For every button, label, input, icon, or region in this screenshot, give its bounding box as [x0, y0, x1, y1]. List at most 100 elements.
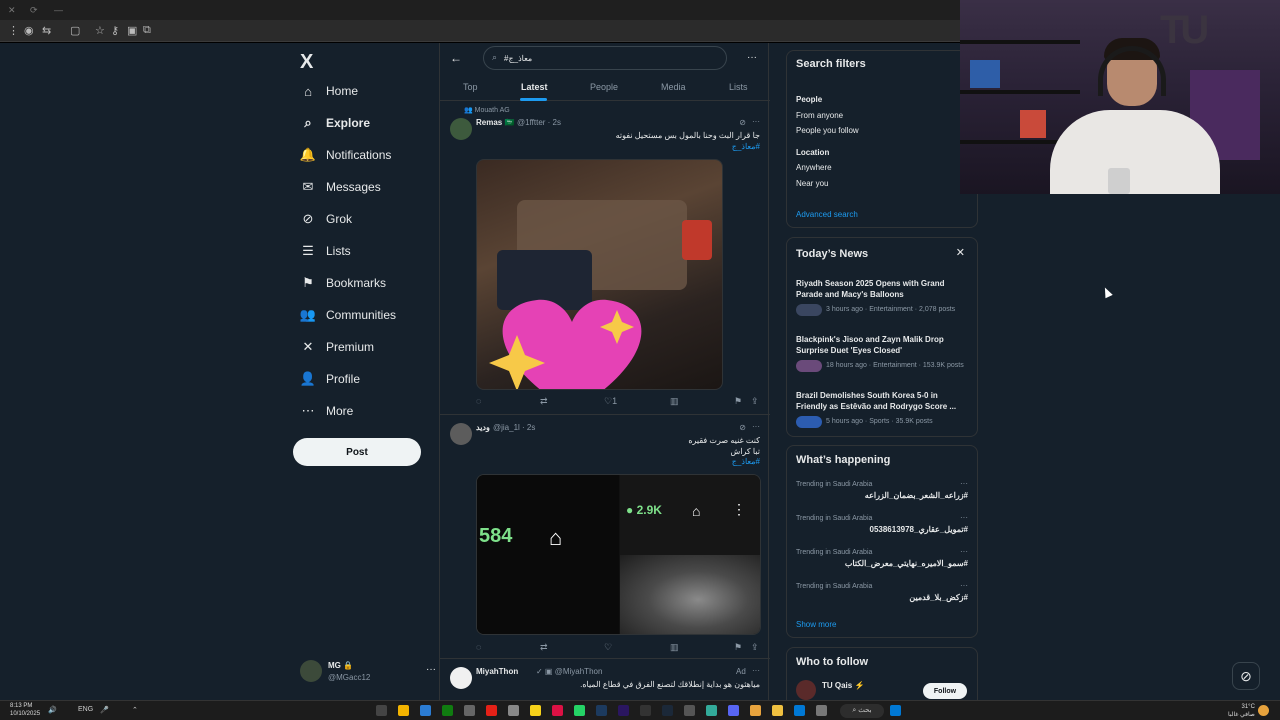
reload-icon[interactable]: ⟳	[30, 5, 38, 16]
filter-anywhere[interactable]: Anywhere	[796, 163, 832, 172]
app-icon[interactable]	[508, 705, 519, 716]
nav-item-lists[interactable]: ☰ Lists	[300, 239, 430, 263]
search-input[interactable]	[504, 50, 720, 66]
taskbar-search[interactable]: بحث ⌕	[840, 704, 884, 718]
news-headline[interactable]: Brazil Demolishes South Korea 5-0 in Fri…	[796, 390, 971, 412]
profile-icon[interactable]: ◉	[24, 24, 34, 37]
folder-icon[interactable]	[772, 705, 783, 716]
filter-near-you[interactable]: Near you	[796, 179, 828, 188]
nav-item-messages[interactable]: ✉ Messages	[300, 175, 430, 199]
advanced-search-link[interactable]: Advanced search	[796, 210, 858, 219]
store-icon[interactable]	[464, 705, 475, 716]
trend-name[interactable]: #سمو_الاميره_نهايتي_معرض_الكتاب	[845, 559, 968, 568]
tab-latest[interactable]: Latest	[521, 82, 548, 92]
account-switcher[interactable]: MG 🔒 @MGacc12 ···	[300, 658, 436, 684]
tab-icon[interactable]: ▢	[70, 24, 80, 37]
bookmark-icon[interactable]: ⚑	[734, 642, 742, 653]
tweet-author[interactable]: Remas 🇸🇦	[476, 118, 514, 127]
show-more-link[interactable]: Show more	[796, 620, 836, 629]
word-icon[interactable]	[420, 705, 431, 716]
tweet[interactable]: 👥 Mouath AG Remas 🇸🇦 @1fftter · 2s ⊘ ···…	[440, 102, 770, 415]
trend-name[interactable]: #زراعه_الشعر_بضمان_الزراعه	[865, 491, 968, 500]
close-icon[interactable]: ✕	[956, 246, 965, 259]
extension-icon[interactable]: ⇆	[42, 24, 51, 37]
nav-item-bookmarks[interactable]: ⚑ Bookmarks	[300, 271, 430, 295]
follow-button[interactable]: Follow	[923, 683, 967, 699]
grok-icon[interactable]: ⊘	[739, 423, 746, 432]
nav-item-more[interactable]: ⋯ More	[300, 399, 430, 423]
steam-icon[interactable]	[662, 705, 673, 716]
star-icon[interactable]: ☆	[95, 24, 105, 37]
trend-name[interactable]: #زكض_بلا_قدمين	[909, 593, 968, 602]
x-logo-icon[interactable]: X	[300, 51, 313, 74]
more-icon[interactable]: ···	[960, 479, 968, 488]
like-icon[interactable]: ♡ 1	[604, 396, 617, 407]
windows-start-icon[interactable]	[890, 705, 901, 716]
menu-icon[interactable]: ⋮	[8, 24, 19, 37]
language-indicator[interactable]: ENG	[78, 706, 93, 713]
more-icon[interactable]: ···	[426, 664, 436, 675]
nav-item-explore[interactable]: ⌕ Explore	[300, 111, 430, 135]
grok-icon[interactable]: ⊘	[1232, 662, 1260, 690]
nav-item-communities[interactable]: 👥 Communities	[300, 303, 430, 327]
tab-people[interactable]: People	[590, 82, 618, 92]
views-icon[interactable]: ▥	[670, 642, 679, 653]
tab-lists[interactable]: Lists	[729, 82, 748, 92]
hashtag-link[interactable]: #معاذ_ج	[732, 142, 760, 151]
nav-item-notifications[interactable]: 🔔 Notifications	[300, 143, 430, 167]
avatar[interactable]	[796, 680, 816, 700]
nav-item-profile[interactable]: 👤 Profile	[300, 367, 430, 391]
trend-name[interactable]: #تمويل_عقاري_0538613978	[870, 525, 969, 534]
grok-icon[interactable]: ⊘	[739, 118, 746, 127]
close-window-icon[interactable]: ✕	[8, 5, 16, 16]
clock[interactable]: 8:13 PM 10/10/2025	[10, 702, 40, 718]
reply-icon[interactable]: ◌	[476, 642, 481, 652]
share-icon[interactable]: ⧉	[143, 24, 151, 37]
more-icon[interactable]: ···	[960, 581, 968, 590]
photoshop-icon[interactable]	[596, 705, 607, 716]
puzzle-icon[interactable]: ▣	[127, 24, 137, 37]
more-icon[interactable]: ···	[960, 513, 968, 522]
promoted-tweet[interactable]: MiyahThon ✓ ▣ @MiyahThon Ad ··· مياهثون …	[440, 659, 770, 700]
avatar[interactable]	[450, 118, 472, 140]
post-button[interactable]: Post	[293, 438, 421, 466]
volume-icon[interactable]: 🔊	[48, 706, 57, 714]
suggested-user-name[interactable]: TU Qais ⚡	[822, 681, 864, 690]
share-icon[interactable]: ⇪	[751, 642, 759, 653]
edge-icon[interactable]	[794, 705, 805, 716]
chevron-up-icon[interactable]: ⌃	[132, 706, 138, 714]
app-icon[interactable]	[816, 705, 827, 716]
retweet-icon[interactable]: ⇄	[540, 396, 548, 407]
more-icon[interactable]: ···	[747, 52, 757, 63]
news-headline[interactable]: Blackpink's Jisoo and Zayn Malik Drop Su…	[796, 334, 971, 356]
key-icon[interactable]: ⚷	[111, 24, 119, 37]
weather-icon[interactable]	[1258, 705, 1269, 716]
terminal-icon[interactable]	[640, 705, 651, 716]
app-icon[interactable]	[552, 705, 563, 716]
search-box[interactable]: ⌕	[483, 46, 727, 70]
weather-widget[interactable]: 31°C صافي غالبا	[1228, 703, 1255, 719]
app-icon[interactable]	[376, 705, 387, 716]
more-icon[interactable]: ···	[752, 666, 760, 675]
avatar[interactable]	[450, 423, 472, 445]
avatar[interactable]	[450, 667, 472, 689]
nav-item-home[interactable]: ⌂ Home	[300, 79, 430, 103]
more-icon[interactable]: ···	[752, 117, 760, 126]
xbox-icon[interactable]	[442, 705, 453, 716]
app-icon[interactable]	[706, 705, 717, 716]
discord-icon[interactable]	[728, 705, 739, 716]
bookmark-icon[interactable]: ⚑	[734, 396, 742, 407]
browser-icon[interactable]	[750, 705, 761, 716]
nav-item-grok[interactable]: ⊘ Grok	[300, 207, 430, 231]
youtube-icon[interactable]	[486, 705, 497, 716]
reply-icon[interactable]: ◌	[476, 396, 481, 406]
tweet-author[interactable]: وديد	[476, 423, 490, 432]
retweet-icon[interactable]: ⇄	[540, 642, 548, 653]
news-headline[interactable]: Riyadh Season 2025 Opens with Grand Para…	[796, 278, 971, 300]
share-icon[interactable]: ⇪	[751, 396, 759, 407]
more-icon[interactable]: ···	[752, 422, 760, 431]
premiere-icon[interactable]	[618, 705, 629, 716]
filter-from-anyone[interactable]: From anyone	[796, 111, 843, 120]
minimize-icon[interactable]: —	[54, 5, 63, 15]
back-arrow-icon[interactable]: ←	[450, 51, 462, 65]
